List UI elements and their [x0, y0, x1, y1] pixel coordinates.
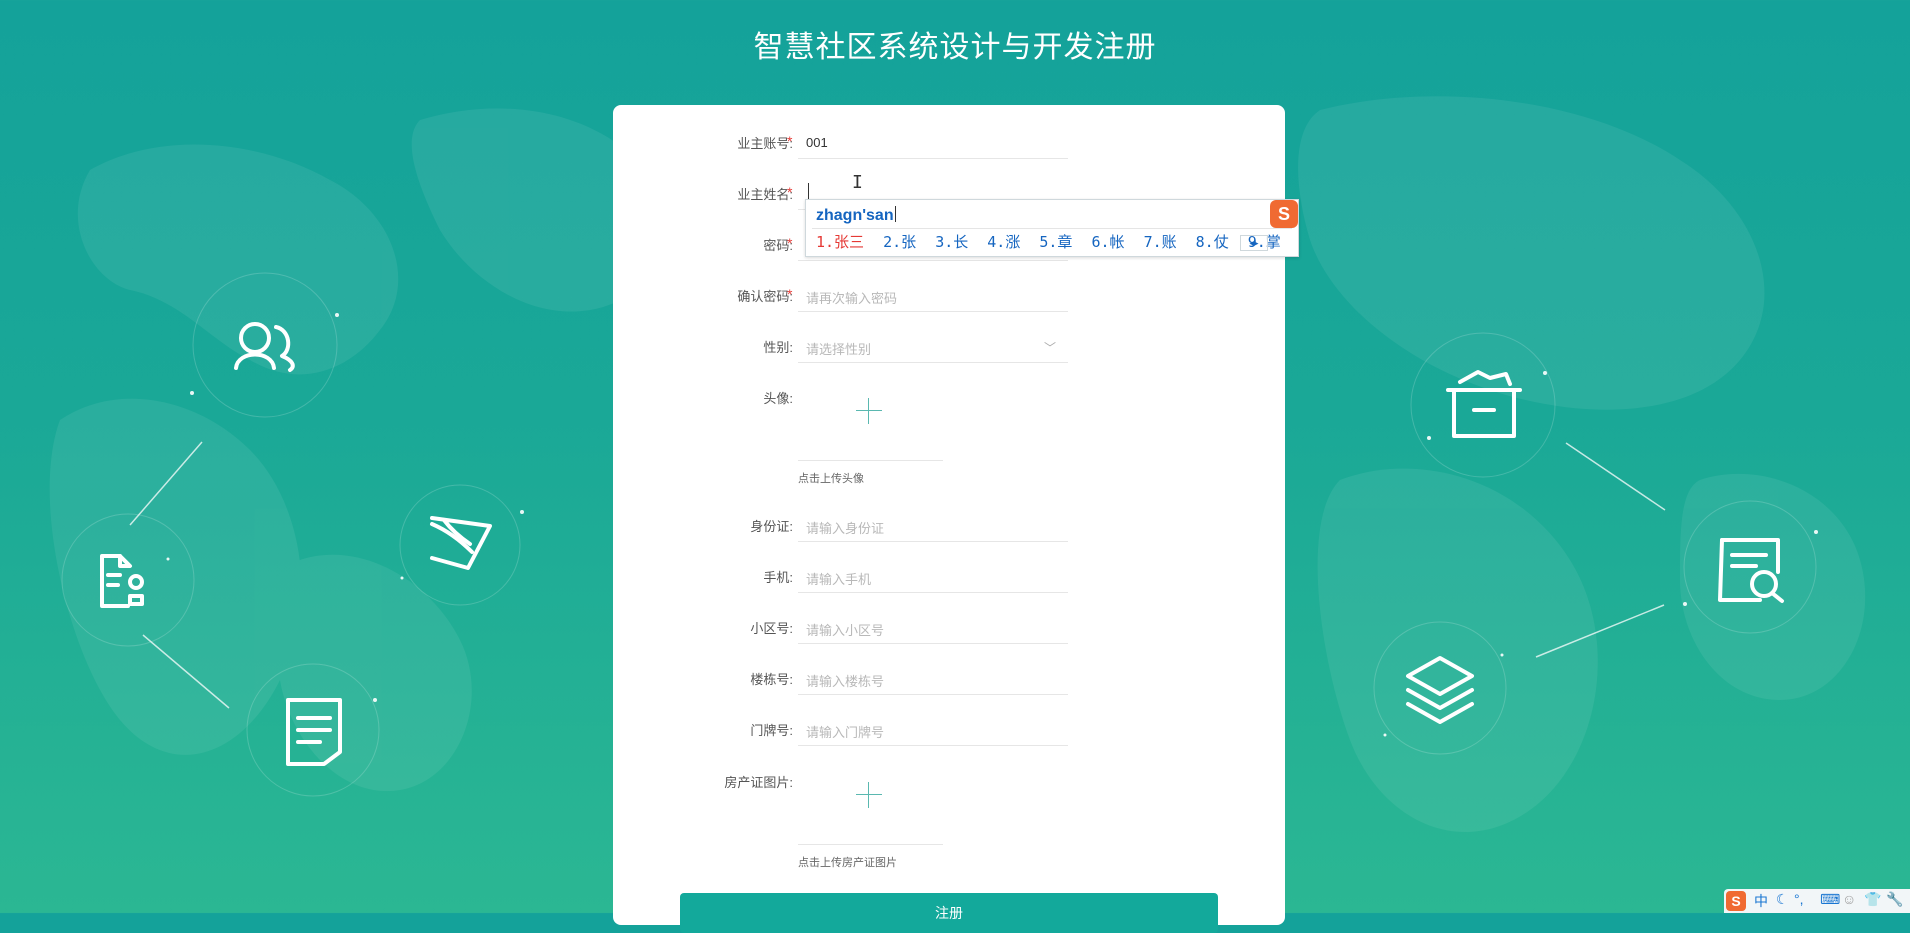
archive-box-icon — [1446, 370, 1522, 438]
community-no-row: 小区号: 请输入小区号 — [613, 610, 1285, 658]
building-no-input[interactable]: 请输入楼栋号 — [798, 661, 1068, 695]
page-title: 智慧社区系统设计与开发注册 — [753, 31, 1157, 64]
owner-account-label: 业主账号: — [737, 136, 793, 151]
ime-candidate-list: 1.张三 2.张 3.长 4.涨 5.章 6.帐 7.账 8.仗 9.掌 — [816, 231, 1291, 252]
ime-candidate[interactable]: 3.长 — [935, 233, 968, 251]
users-icon — [234, 322, 295, 372]
confirm-password-row: 确认密码: * 请再次输入密码 — [613, 278, 1285, 326]
moon-icon[interactable]: ☾ — [1776, 891, 1789, 908]
user-icon[interactable]: ☺ — [1842, 891, 1856, 907]
gender-select[interactable]: 请选择性别 ﹀ — [798, 329, 1068, 363]
sogou-logo-icon: S — [1270, 200, 1298, 228]
id-card-label: 身份证: — [750, 519, 793, 534]
sogou-logo-icon[interactable]: S — [1726, 891, 1746, 911]
plus-icon — [856, 398, 882, 424]
register-button[interactable]: 注册 — [680, 893, 1218, 933]
required-mark: * — [787, 286, 793, 302]
keyboard-icon[interactable]: ⌨ — [1820, 891, 1840, 908]
plus-icon — [856, 782, 882, 808]
ibeam-cursor-icon: I — [852, 172, 863, 193]
note-icon — [286, 698, 342, 766]
ime-candidate[interactable]: 1.张三 — [816, 233, 864, 251]
ime-punct-toggle[interactable]: °, — [1794, 891, 1804, 907]
ime-composition: zhagn'san — [816, 207, 894, 224]
layers-icon — [1406, 656, 1474, 724]
required-mark: * — [787, 133, 793, 149]
phone-label: 手机: — [763, 570, 793, 585]
ime-candidate[interactable]: 5.章 — [1039, 233, 1072, 251]
ime-candidate-window: zhagn'san S 1.张三 2.张 3.长 4.涨 5.章 6.帐 7.账… — [805, 199, 1299, 257]
ime-toolbar: S 中 ☾ °, ⌨ ☺ 👕 🔧 — [1724, 889, 1910, 913]
avatar-upload-hint: 点击上传头像 — [798, 473, 864, 485]
ime-candidate[interactable]: 7.账 — [1144, 233, 1177, 251]
gender-row: 性别: 请选择性别 ﹀ — [613, 329, 1285, 377]
chevron-down-icon: ﹀ — [1043, 341, 1056, 355]
ime-language-toggle[interactable]: 中 — [1754, 891, 1768, 911]
ime-divider — [812, 228, 1292, 229]
avatar-row: 头像: 点击上传头像 — [613, 380, 1285, 500]
owner-account-row: 业主账号: * 001 — [613, 125, 1285, 173]
phone-input[interactable]: 请输入手机 — [798, 559, 1068, 593]
property-cert-row: 房产证图片: 点击上传房产证图片 — [613, 764, 1285, 884]
gender-label: 性别: — [763, 340, 793, 355]
document-stamp-icon — [100, 554, 144, 608]
avatar-label: 头像: — [763, 391, 793, 406]
confirm-password-input[interactable]: 请再次输入密码 — [798, 278, 1068, 312]
confirm-password-label: 确认密码: — [737, 289, 793, 304]
door-no-row: 门牌号: 请输入门牌号 — [613, 712, 1285, 760]
community-no-label: 小区号: — [750, 621, 793, 636]
property-cert-label: 房产证图片: — [724, 775, 793, 790]
phone-row: 手机: 请输入手机 — [613, 559, 1285, 607]
avatar-uploader[interactable] — [798, 380, 943, 461]
id-card-input[interactable]: 请输入身份证 — [798, 508, 1068, 542]
owner-name-label: 业主姓名: — [737, 187, 793, 202]
document-search-icon — [1718, 538, 1784, 603]
ime-candidate[interactable]: 6.帐 — [1091, 233, 1124, 251]
property-cert-upload-hint: 点击上传房产证图片 — [798, 857, 897, 869]
shirt-icon[interactable]: 👕 — [1864, 891, 1881, 908]
door-no-input[interactable]: 请输入门牌号 — [798, 712, 1068, 746]
owner-account-input[interactable]: 001 — [798, 125, 1068, 159]
required-mark: * — [787, 184, 793, 200]
building-no-row: 楼栋号: 请输入楼栋号 — [613, 661, 1285, 709]
door-no-label: 门牌号: — [750, 723, 793, 738]
property-cert-uploader[interactable] — [798, 764, 943, 845]
community-no-input[interactable]: 请输入小区号 — [798, 610, 1068, 644]
wrench-icon[interactable]: 🔧 — [1886, 891, 1903, 908]
ime-page-arrows[interactable]: ◂▸ — [1240, 235, 1268, 251]
quill-icon — [430, 516, 492, 570]
ime-candidate[interactable]: 2.张 — [883, 233, 916, 251]
ime-candidate[interactable]: 8.仗 — [1196, 233, 1229, 251]
gender-placeholder: 请选择性别 — [806, 342, 872, 357]
id-card-row: 身份证: 请输入身份证 — [613, 508, 1285, 556]
required-mark: * — [787, 235, 793, 251]
building-no-label: 楼栋号: — [750, 672, 793, 687]
ime-candidate[interactable]: 4.涨 — [987, 233, 1020, 251]
